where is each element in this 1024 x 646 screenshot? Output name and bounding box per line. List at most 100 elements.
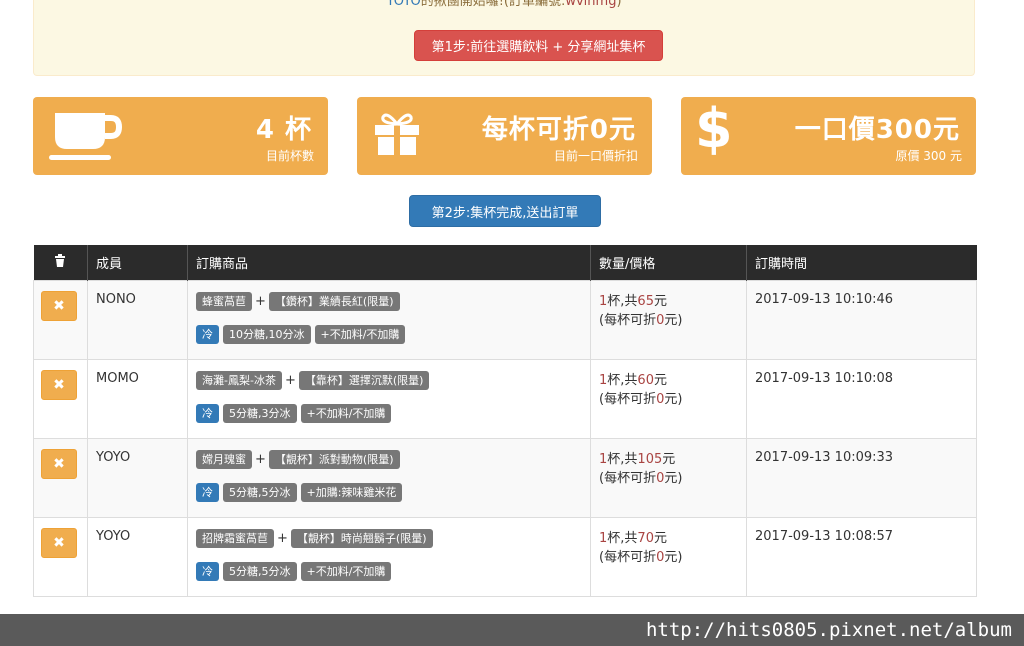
price-unit: 元 (653, 372, 667, 388)
price-unit: 元 (653, 293, 667, 309)
time-cell: 2017-09-13 10:09:33 (746, 437, 977, 518)
member-cell: NONO (87, 279, 188, 360)
time-cell: 2017-09-13 10:10:08 (746, 358, 977, 439)
temperature-tag: 冷 (196, 483, 219, 502)
header-member: 成員 (87, 245, 188, 280)
original-price-label: 原價 300 元 (895, 149, 962, 163)
fixed-price-card: $ 一口價300元 原價 300 元 (681, 97, 976, 175)
banner-text-end: ) (616, 0, 622, 9)
items-cell: 招牌霜蜜萵苣 + 【靚杯】時尚翹鬍子(限量) 冷 5分糖,5分冰 +不加料/不加購 (187, 516, 591, 597)
cup-count-label: 目前杯數 (265, 149, 314, 163)
discount-card: 每杯可折0元 目前一口價折扣 (357, 97, 652, 175)
member-cell: MOMO (87, 358, 188, 439)
cup-tag: 【鑽杯】業績長紅(限量) (268, 292, 400, 311)
discount-prefix: (每杯可折 (599, 470, 657, 486)
cup-tag: 【靚杯】時尚翹鬍子(限量) (290, 529, 433, 548)
close-icon: ✖ (53, 297, 65, 314)
discount-value: 每杯可折0元 (481, 115, 636, 145)
plus-sign: + (284, 373, 296, 388)
member-name: NONO (96, 291, 136, 307)
order-time: 2017-09-13 10:10:46 (755, 291, 894, 307)
footer-bar: http://hits0805.pixnet.net/album (0, 614, 1024, 646)
items-cell: 蜂蜜萵苣 + 【鑽杯】業績長紅(限量) 冷 10分糖,10分冰 +不加料/不加購 (187, 279, 591, 360)
discount-suffix: 元) (664, 391, 683, 407)
price-value: 60 (637, 372, 654, 388)
order-code: wvlnmg (565, 0, 617, 9)
gift-icon (373, 109, 423, 163)
delete-row-button[interactable]: ✖ (41, 527, 77, 558)
temperature-tag: 冷 (196, 325, 219, 344)
addon-tag: +加購:辣味雞米花 (300, 483, 403, 502)
sugar-ice-tag: 10分糖,10分冰 (223, 325, 311, 344)
items-cell: 嫦月瑰蜜 + 【靚杯】派對動物(限量) 冷 5分糖,5分冰 +加購:辣味雞米花 (187, 437, 591, 518)
discount-prefix: (每杯可折 (599, 549, 657, 565)
addon-tag: +不加料/不加購 (300, 562, 392, 581)
cup-tag: 【靚杯】派對動物(限量) (268, 450, 400, 469)
discount-prefix: (每杯可折 (599, 312, 657, 328)
row-action-cell: ✖ (33, 516, 88, 597)
drink-tag: 海灘-鳳梨-冰茶 (196, 371, 282, 390)
price-value: 65 (637, 293, 654, 309)
qty-text: 杯,共 (607, 372, 638, 388)
qty-price-cell: 1杯,共105元 (每杯可折0元) (590, 437, 747, 518)
price-unit: 元 (653, 530, 667, 546)
delete-row-button[interactable]: ✖ (41, 290, 77, 321)
qty-text: 杯,共 (607, 293, 638, 309)
dollar-icon: $ (695, 97, 733, 160)
drink-tag: 招牌霜蜜萵苣 (196, 529, 274, 548)
plus-sign: + (255, 294, 266, 309)
qty-text: 杯,共 (607, 530, 638, 546)
discount-prefix: (每杯可折 (599, 391, 657, 407)
discount-suffix: 元) (664, 549, 683, 565)
member-cell: YOYO (87, 437, 188, 518)
order-time: 2017-09-13 10:09:33 (755, 449, 894, 465)
member-name: YOYO (96, 449, 131, 465)
order-banner: YOYO的揪團開始囉!(訂單編號:wvlnmg) 第1步:前往選購飲料 + 分享… (33, 0, 975, 76)
cup-count-value: 4 杯 (255, 115, 312, 145)
header-time: 訂購時間 (746, 245, 977, 280)
qty-text: 杯,共 (607, 451, 638, 467)
member-name: MOMO (96, 370, 139, 386)
drink-tag: 嫦月瑰蜜 (196, 450, 252, 469)
coffee-cup-icon (49, 109, 139, 169)
banner-message: YOYO的揪團開始囉!(訂單編號:wvlnmg) (34, 0, 974, 10)
banner-text-mid: 的揪團開始囉!(訂單編號: (420, 0, 566, 9)
row-action-cell: ✖ (33, 437, 88, 518)
delete-row-button[interactable]: ✖ (41, 448, 77, 479)
close-icon: ✖ (53, 534, 65, 551)
sugar-ice-tag: 5分糖,5分冰 (223, 562, 297, 581)
table-row: ✖ YOYO 招牌霜蜜萵苣 + 【靚杯】時尚翹鬍子(限量) 冷 5分糖,5分冰 +不加料/不加… (33, 516, 977, 597)
header-items: 訂購商品 (187, 245, 591, 280)
items-cell: 海灘-鳳梨-冰茶 + 【靠杯】選擇沉默(限量) 冷 5分糖,3分冰 +不加料/不加購 (187, 358, 591, 439)
qty-price-cell: 1杯,共65元 (每杯可折0元) (590, 279, 747, 360)
member-cell: YOYO (87, 516, 188, 597)
header-qty-price: 數量/價格 (590, 245, 747, 280)
sugar-ice-tag: 5分糖,3分冰 (223, 404, 297, 423)
table-header-row: 成員 訂購商品 數量/價格 訂購時間 (33, 245, 977, 280)
sugar-ice-tag: 5分糖,5分冰 (223, 483, 297, 502)
time-cell: 2017-09-13 10:08:57 (746, 516, 977, 597)
row-action-cell: ✖ (33, 279, 88, 360)
plus-sign: + (255, 452, 266, 467)
member-name: YOYO (96, 528, 131, 544)
qty-price-cell: 1杯,共60元 (每杯可折0元) (590, 358, 747, 439)
step1-button[interactable]: 第1步:前往選購飲料 + 分享網址集杯 (414, 30, 663, 61)
addon-tag: +不加料/不加購 (314, 325, 406, 344)
price-value: 70 (637, 530, 654, 546)
order-time: 2017-09-13 10:10:08 (755, 370, 894, 386)
cup-tag: 【靠杯】選擇沉默(限量) (298, 371, 430, 390)
close-icon: ✖ (53, 455, 65, 472)
time-cell: 2017-09-13 10:10:46 (746, 279, 977, 360)
drink-tag: 蜂蜜萵苣 (196, 292, 252, 311)
step2-submit-button[interactable]: 第2步:集杯完成,送出訂單 (409, 195, 601, 227)
row-action-cell: ✖ (33, 358, 88, 439)
table-row: ✖ MOMO 海灘-鳳梨-冰茶 + 【靠杯】選擇沉默(限量) 冷 5分糖,3分冰 +不加料/不… (33, 358, 977, 439)
addon-tag: +不加料/不加購 (300, 404, 392, 423)
fixed-price-value: 一口價300元 (794, 115, 960, 145)
table-row: ✖ YOYO 嫦月瑰蜜 + 【靚杯】派對動物(限量) 冷 5分糖,5分冰 +加購:辣味雞米花 1… (33, 437, 977, 518)
plus-sign: + (277, 531, 288, 546)
trash-icon (33, 245, 88, 280)
delete-row-button[interactable]: ✖ (41, 369, 77, 400)
order-time: 2017-09-13 10:08:57 (755, 528, 894, 544)
close-icon: ✖ (53, 376, 65, 393)
